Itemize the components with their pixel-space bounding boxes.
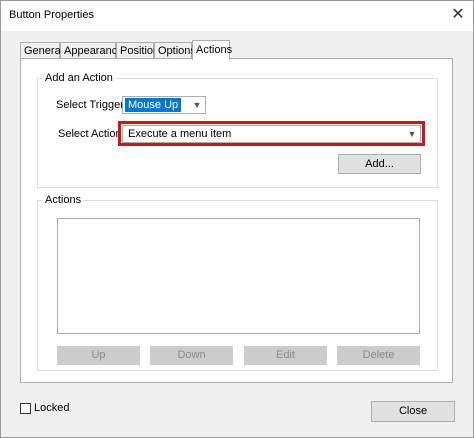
button-properties-dialog: Button Properties ✕ General Appearance P… (0, 0, 474, 438)
tab-general[interactable]: General (20, 42, 63, 58)
tab-position[interactable]: Position (116, 42, 159, 58)
close-icon[interactable]: ✕ (448, 5, 468, 25)
close-button[interactable]: Close (371, 401, 455, 422)
chevron-down-icon: ▼ (407, 129, 417, 139)
down-button[interactable]: Down (150, 346, 233, 365)
locked-checkbox[interactable] (20, 403, 31, 414)
select-action-value: Execute a menu item (128, 128, 232, 140)
tab-options[interactable]: Options (154, 42, 196, 58)
actions-tab-panel: Add an Action Select Trigger: Mouse Up ▼… (20, 58, 453, 383)
edit-button[interactable]: Edit (244, 346, 327, 365)
up-button[interactable]: Up (57, 346, 140, 365)
dialog-title: Button Properties (9, 9, 94, 21)
actions-group-label: Actions (43, 194, 84, 206)
tab-actions[interactable]: Actions (192, 40, 232, 60)
delete-button[interactable]: Delete (337, 346, 420, 365)
select-trigger-dropdown[interactable]: Mouse Up ▼ (122, 96, 206, 114)
title-bar: Button Properties ✕ (1, 1, 473, 31)
actions-list[interactable] (57, 218, 420, 334)
select-action-dropdown[interactable]: Execute a menu item ▼ (122, 125, 421, 143)
add-action-group: Add an Action Select Trigger: Mouse Up ▼… (37, 72, 438, 188)
add-button[interactable]: Add... (338, 154, 421, 174)
select-trigger-label: Select Trigger: (56, 99, 127, 111)
select-trigger-value: Mouse Up (125, 98, 182, 112)
actions-group: Actions Up Down Edit Delete (37, 194, 438, 371)
add-action-group-label: Add an Action (43, 72, 115, 84)
select-action-label: Select Action: (58, 128, 125, 140)
locked-label: Locked (34, 402, 70, 414)
chevron-down-icon: ▼ (192, 100, 202, 110)
tab-appearance[interactable]: Appearance (60, 42, 123, 58)
